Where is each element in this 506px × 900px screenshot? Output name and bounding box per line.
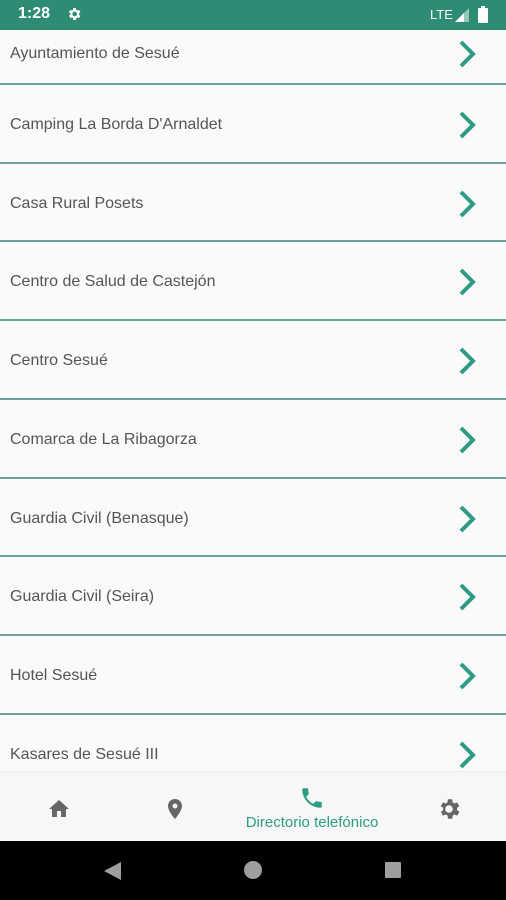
recents-square-icon[interactable] — [384, 861, 402, 879]
list-item-label: Camping La Borda D'Arnaldet — [10, 116, 223, 133]
home-icon — [49, 800, 69, 817]
nav-home[interactable] — [30, 772, 88, 842]
chevron-right-icon — [459, 426, 476, 454]
list-item[interactable]: Ayuntamiento de Sesué — [0, 30, 506, 91]
chevron-right-icon — [459, 40, 476, 68]
status-bar: 1:28 LTE — [0, 0, 506, 30]
list-item-label: Hotel Sesué — [10, 667, 98, 684]
gear-icon — [68, 8, 81, 20]
phone-icon — [302, 788, 322, 808]
list-item[interactable]: Hotel Sesué — [0, 636, 506, 713]
nav-phone-directory-label: Directorio telefónico — [245, 814, 379, 831]
chevron-right-icon — [459, 190, 476, 218]
nav-map[interactable] — [146, 772, 204, 842]
nav-phone-directory[interactable]: Directorio telefónico — [212, 772, 412, 842]
status-time: 1:28 — [18, 5, 51, 22]
list-item-label: Casa Rural Posets — [10, 195, 144, 212]
list-item[interactable]: Comarca de La Ribagorza — [0, 400, 506, 477]
list-item-label: Ayuntamiento de Sesué — [10, 45, 180, 62]
bottom-nav: Directorio telefónico — [0, 771, 506, 842]
gear-icon — [440, 799, 460, 819]
home-circle-icon[interactable] — [243, 860, 263, 880]
list-item-label: Centro de Salud de Castejón — [10, 273, 216, 290]
list-item[interactable]: Kasares de Sesué III — [0, 715, 506, 770]
signal-icon — [455, 8, 469, 22]
list-item[interactable]: Casa Rural Posets — [0, 164, 506, 241]
list-item-label: Centro Sesué — [10, 352, 108, 369]
chevron-right-icon — [459, 741, 476, 769]
system-nav-bar — [0, 841, 506, 900]
location-pin-icon — [168, 799, 182, 819]
back-triangle-icon[interactable] — [101, 860, 123, 882]
phone-directory-list: Ayuntamiento de Sesué Camping La Borda D… — [0, 30, 506, 770]
chevron-right-icon — [459, 662, 476, 690]
list-item[interactable]: Camping La Borda D'Arnaldet — [0, 85, 506, 162]
network-type: LTE — [430, 7, 453, 22]
list-item-label: Guardia Civil (Seira) — [10, 588, 155, 605]
list-item-label: Comarca de La Ribagorza — [10, 431, 197, 448]
list-item[interactable]: Centro de Salud de Castejón — [0, 242, 506, 319]
list-item[interactable]: Centro Sesué — [0, 321, 506, 398]
list-item[interactable]: Guardia Civil (Seira) — [0, 557, 506, 634]
chevron-right-icon — [459, 347, 476, 375]
list-item-label: Kasares de Sesué III — [10, 746, 159, 763]
nav-settings[interactable] — [420, 772, 478, 842]
list-item[interactable]: Guardia Civil (Benasque) — [0, 479, 506, 556]
battery-icon — [478, 6, 488, 23]
chevron-right-icon — [459, 111, 476, 139]
chevron-right-icon — [459, 583, 476, 611]
chevron-right-icon — [459, 505, 476, 533]
list-item-label: Guardia Civil (Benasque) — [10, 510, 189, 527]
chevron-right-icon — [459, 268, 476, 296]
